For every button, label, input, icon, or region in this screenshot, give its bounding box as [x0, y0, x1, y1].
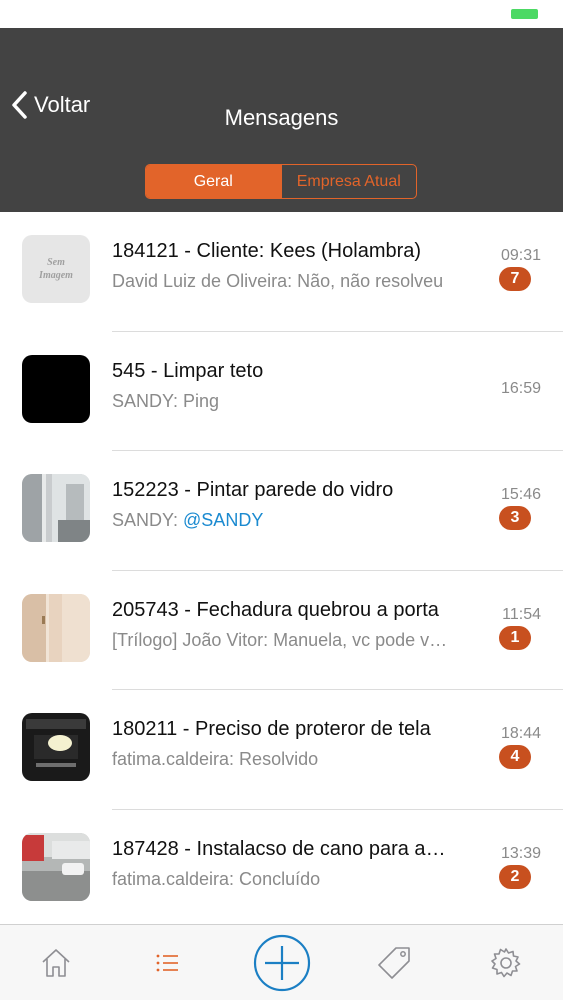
- thumbnail-text-line1: Sem: [47, 257, 65, 268]
- conversation-time: 18:44: [500, 725, 541, 742]
- tab-messages[interactable]: [132, 925, 204, 1001]
- conversation-title: 180211 - Preciso de proteror de tela: [112, 718, 431, 740]
- plus-circle-icon: [253, 934, 311, 992]
- conversation-time: 11:54: [502, 605, 541, 623]
- unread-badge: 7: [499, 267, 531, 291]
- list-icon: [156, 954, 178, 972]
- segment-empresa-atual[interactable]: Empresa Atual: [280, 165, 417, 198]
- segment-geral[interactable]: Geral: [146, 165, 281, 198]
- segmented-control: Geral Empresa Atual: [145, 164, 417, 199]
- conversation-time: 15:46: [500, 486, 541, 503]
- conversation-preview: SANDY: Ping: [112, 390, 220, 411]
- conversation-row[interactable]: 152223 - Pintar parede do vidro SANDY: @…: [0, 451, 563, 571]
- conversation-title: 187428 - Instalacso de cano para agua: [112, 837, 452, 860]
- unread-badge: 1: [499, 625, 531, 650]
- conversation-title: 545 - Limpar teto: [112, 359, 264, 382]
- thumbnail-image: [22, 354, 90, 423]
- thumbnail-image: [22, 713, 90, 781]
- conversation-title: 152223 - Pintar parede do vidro: [112, 479, 394, 501]
- thumbnail-text-line2: Imagem: [38, 270, 73, 281]
- unread-badge: 3: [499, 506, 531, 530]
- home-icon: [42, 949, 70, 977]
- tab-home[interactable]: [20, 925, 92, 1001]
- thumbnail-image: [22, 474, 90, 542]
- conversation-preview: [Trílogo] João Vitor: Manuela, vc pode v…: [112, 629, 452, 650]
- conversation-row[interactable]: 205743 - Fechadura quebrou a porta [Tríl…: [0, 571, 563, 690]
- conversation-preview: David Luiz de Oliveira: Não, não resolve…: [112, 271, 444, 291]
- mention-link[interactable]: @SANDY: [183, 510, 263, 530]
- conversation-preview: fatima.caldeira: Concluído: [112, 868, 321, 889]
- unread-badge: 4: [499, 745, 531, 769]
- conversation-row[interactable]: 187428 - Instalacso de cano para agua fa…: [0, 810, 563, 929]
- conversation-title: 184121 - Cliente: Kees (Holambra): [112, 240, 422, 262]
- conversation-row[interactable]: Sem Imagem 184121 - Cliente: Kees (Holam…: [0, 212, 563, 332]
- conversation-preview: fatima.caldeira: Resolvido: [112, 749, 319, 769]
- preview-author: SANDY:: [112, 510, 184, 530]
- thumbnail-placeholder: Sem Imagem: [22, 235, 90, 303]
- conversation-preview: SANDY: @SANDY: [112, 510, 452, 531]
- page-title: Mensagens: [224, 105, 339, 130]
- battery-icon: [511, 9, 538, 19]
- conversation-row[interactable]: 545 - Limpar teto SANDY: Ping 16:59: [0, 332, 563, 451]
- tab-settings[interactable]: [470, 925, 542, 1001]
- tab-add[interactable]: [244, 925, 320, 1001]
- nav-header: Voltar Mensagens Geral Empresa Atual: [0, 28, 563, 212]
- thumbnail-image: [22, 832, 90, 901]
- thumbnail-image: [22, 593, 90, 662]
- tag-icon: [378, 947, 410, 979]
- tab-bar: [0, 924, 563, 1000]
- conversation-list: Sem Imagem 184121 - Cliente: Kees (Holam…: [0, 212, 563, 929]
- tab-tags[interactable]: [358, 925, 430, 1001]
- conversation-time: 09:31: [500, 247, 541, 264]
- conversation-title: 205743 - Fechadura quebrou a porta: [112, 598, 439, 621]
- conversation-row[interactable]: 180211 - Preciso de proteror de tela fat…: [0, 690, 563, 810]
- conversation-time: 13:39: [500, 844, 541, 862]
- conversation-time: 16:59: [500, 379, 541, 397]
- unread-badge: 2: [499, 864, 531, 889]
- gear-icon: [491, 948, 521, 978]
- status-bar: [0, 0, 563, 28]
